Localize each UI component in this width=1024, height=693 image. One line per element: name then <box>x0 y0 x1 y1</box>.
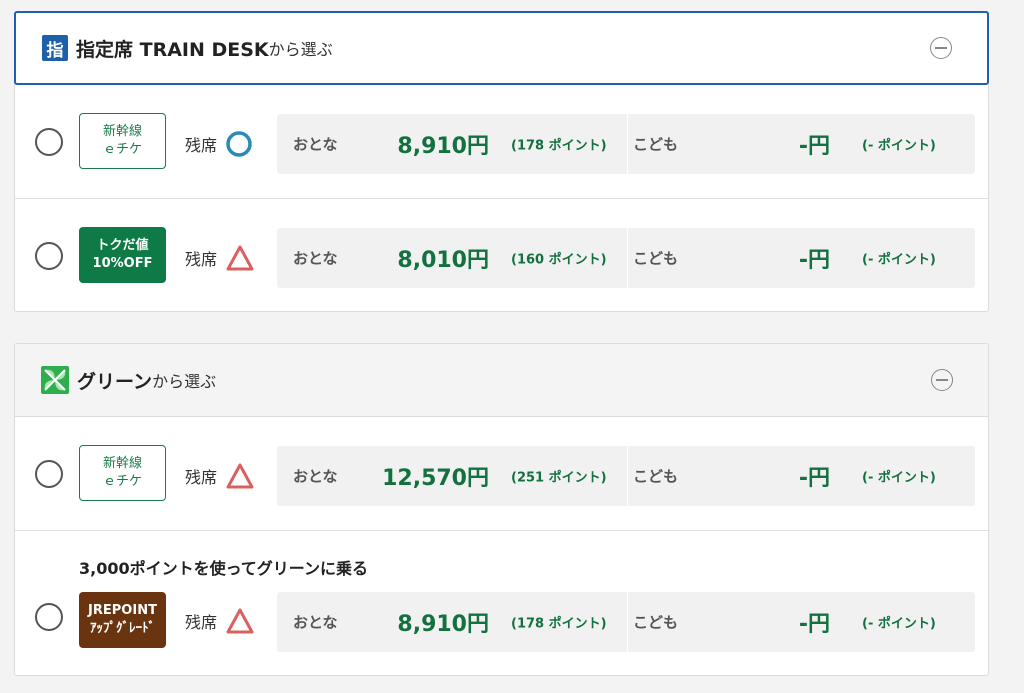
fare-radio-button[interactable] <box>35 128 63 156</box>
child-price: -円 <box>798 466 830 491</box>
badge-line2: ｱｯﾌﾟｸﾞﾚｰﾄﾞ <box>90 621 155 636</box>
fare-radio-button[interactable] <box>35 460 63 488</box>
section-subtitle: から選ぶ <box>152 372 217 391</box>
badge-line1: トクだ値 <box>96 238 149 253</box>
child-price: -円 <box>798 612 830 637</box>
child-points: (- ポイント) <box>862 470 936 486</box>
adult-label: おとな <box>293 135 338 154</box>
section-header-green[interactable]: グリーン から選ぶ <box>15 344 988 417</box>
availability-label: 残席 <box>185 136 218 155</box>
fare-option-row[interactable]: トクだ値 10%OFF 残席 おとな 8,010円 (160 ポイント) こども… <box>15 198 988 311</box>
child-points: (- ポイント) <box>862 138 936 154</box>
green-car-section: グリーン から選ぶ 新幹線 ｅチケ 残席 おとな 12,570円 (251 ポイ… <box>14 343 989 676</box>
child-label: こども <box>633 135 679 154</box>
adult-price: 8,010円 <box>397 248 489 273</box>
adult-points: (178 ポイント) <box>511 138 607 154</box>
price-panel: おとな 8,910円 (178 ポイント) こども -円 (- ポイント) <box>277 114 975 174</box>
availability-label: 残席 <box>185 250 218 269</box>
badge-line1: JREPOINT <box>88 603 157 618</box>
fare-option-row[interactable]: 新幹線 ｅチケ 残席 おとな 8,910円 (178 ポイント) こども -円 … <box>15 85 988 198</box>
adult-label: おとな <box>293 249 338 268</box>
child-price: -円 <box>798 248 830 273</box>
availability: 残席 <box>185 607 255 635</box>
adult-points: (178 ポイント) <box>511 616 607 632</box>
availability-triangle-icon <box>226 463 254 489</box>
fare-type-badge: 新幹線 ｅチケ <box>79 113 166 169</box>
price-divider <box>627 446 628 506</box>
section-title: 指定席 TRAIN DESK <box>76 38 269 61</box>
child-label: こども <box>633 467 679 486</box>
price-panel: おとな 12,570円 (251 ポイント) こども -円 (- ポイント) <box>277 446 975 506</box>
fare-radio-button[interactable] <box>35 242 63 270</box>
availability-label: 残席 <box>185 468 218 487</box>
availability-circle-icon <box>226 131 252 157</box>
collapse-minus-icon[interactable] <box>931 369 953 391</box>
badge-line2: ｅチケ <box>102 142 142 157</box>
fare-radio-button[interactable] <box>35 603 63 631</box>
collapse-minus-icon[interactable] <box>930 37 952 59</box>
badge-line1: 新幹線 <box>102 456 142 471</box>
adult-points: (160 ポイント) <box>511 252 607 268</box>
fare-option-row[interactable]: 新幹線 ｅチケ 残席 おとな 12,570円 (251 ポイント) こども -円… <box>15 417 988 530</box>
toku-da-ne-badge: トクだ値 10%OFF <box>79 227 166 283</box>
badge-line1: 新幹線 <box>102 124 142 139</box>
availability: 残席 <box>185 130 253 158</box>
badge-line2: 10%OFF <box>92 256 153 271</box>
price-divider <box>627 114 628 174</box>
fare-option-row[interactable]: 3,000ポイントを使ってグリーンに乗る JREPOINT ｱｯﾌﾟｸﾞﾚｰﾄﾞ… <box>15 530 988 675</box>
section-subtitle: から選ぶ <box>268 40 333 59</box>
availability: 残席 <box>185 462 255 490</box>
price-divider <box>627 592 628 652</box>
price-divider <box>627 228 628 288</box>
adult-points: (251 ポイント) <box>511 470 607 486</box>
child-points: (- ポイント) <box>862 252 936 268</box>
section-header-reserved[interactable]: 指 指定席 TRAIN DESK から選ぶ <box>14 11 989 85</box>
child-price: -円 <box>798 134 830 159</box>
child-label: こども <box>633 613 679 632</box>
jre-point-upgrade-badge: JREPOINT ｱｯﾌﾟｸﾞﾚｰﾄﾞ <box>79 592 166 648</box>
badge-line2: ｅチケ <box>102 474 142 489</box>
child-label: こども <box>633 249 679 268</box>
price-panel: おとな 8,010円 (160 ポイント) こども -円 (- ポイント) <box>277 228 975 288</box>
availability: 残席 <box>185 244 255 272</box>
adult-price: 12,570円 <box>382 466 489 491</box>
section-title: グリーン <box>77 370 153 393</box>
availability-triangle-icon <box>226 608 254 634</box>
upgrade-note: 3,000ポイントを使ってグリーンに乗る <box>79 559 369 578</box>
availability-label: 残席 <box>185 613 218 632</box>
child-points: (- ポイント) <box>862 616 936 632</box>
adult-label: おとな <box>293 467 338 486</box>
adult-price: 8,910円 <box>397 612 489 637</box>
price-panel: おとな 8,910円 (178 ポイント) こども -円 (- ポイント) <box>277 592 975 652</box>
green-clover-icon <box>41 366 69 394</box>
reserved-seat-section: 指 指定席 TRAIN DESK から選ぶ 新幹線 ｅチケ 残席 おとな 8,9… <box>14 11 989 312</box>
fare-type-badge: 新幹線 ｅチケ <box>79 445 166 501</box>
reserved-seat-icon: 指 <box>42 35 68 61</box>
adult-label: おとな <box>293 613 338 632</box>
adult-price: 8,910円 <box>397 134 489 159</box>
availability-triangle-icon <box>226 245 254 271</box>
